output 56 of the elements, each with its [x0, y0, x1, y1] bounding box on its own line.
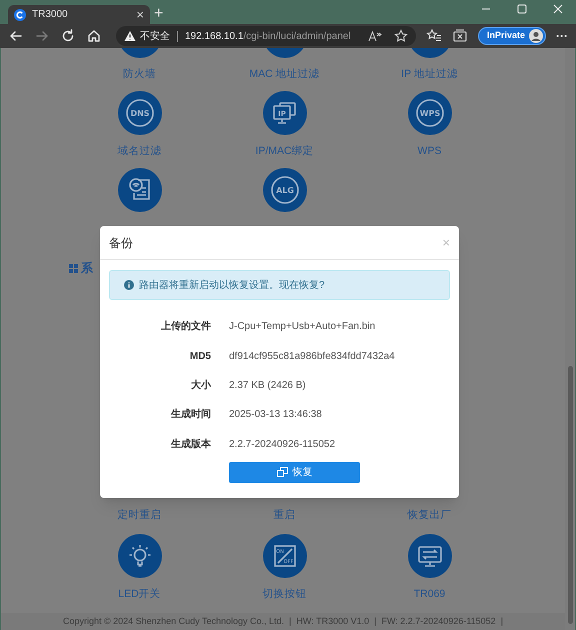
tile-label[interactable]: 防火墙 — [123, 67, 156, 81]
light-bulb-icon[interactable] — [118, 534, 162, 578]
field-value: 2.2.7-20240926-115052 — [229, 438, 336, 452]
field-value: 2025-03-13 13:46:38 — [229, 408, 322, 422]
text-badge-icon[interactable]: WPS — [408, 91, 452, 135]
wifi-document-icon[interactable] — [118, 168, 162, 212]
restore-button[interactable]: 恢复 — [229, 462, 360, 483]
address-bar[interactable]: 不安全 192.168.10.1/cgi-bin/luci/admin/panel — [116, 26, 416, 46]
grid-icon — [69, 264, 78, 272]
tile-label[interactable]: 域名过滤 — [118, 144, 162, 158]
tile-label[interactable]: MAC 地址过滤 — [249, 67, 320, 81]
close-button[interactable]: × — [442, 236, 450, 249]
security-label: 不安全 — [140, 30, 170, 44]
footer-text: Copyright © 2024 Shenzhen Cudy Technology Co., Ltd. | HW: TR3000 V1.0 | FW: 2.2.7-20240926-115052 | — [62, 614, 504, 628]
restore-icon — [276, 467, 288, 478]
field-label: 大小 — [190, 378, 211, 393]
browser-logo-icon — [14, 8, 26, 20]
url-text: 192.168.10.1/cgi-bin/luci/admin/panel — [185, 30, 352, 44]
tile-label[interactable]: 切换按钮 — [262, 587, 306, 601]
tile-label[interactable]: IP 地址过滤 — [401, 67, 458, 81]
field-label: 生成版本 — [170, 438, 211, 452]
tile-label[interactable]: TR069 — [414, 587, 446, 601]
field-label: MD5 — [188, 350, 211, 364]
refresh-icon[interactable] — [60, 28, 76, 44]
dialog-title: 备份 — [109, 234, 134, 252]
tile-label[interactable]: IP/MAC绑定 — [255, 144, 314, 158]
new-tab-button[interactable]: + — [154, 6, 164, 22]
home-icon[interactable] — [86, 28, 102, 44]
text-badge-icon[interactable]: ALG — [262, 168, 306, 212]
info-icon — [124, 280, 134, 290]
warning-icon — [124, 30, 136, 42]
field-value: df914cf955c81a986bfe834fdd7432a4 — [229, 350, 395, 364]
avatar-icon — [529, 29, 543, 43]
field-label: 生成时间 — [170, 408, 211, 422]
scrollbar-thumb[interactable] — [568, 366, 573, 624]
field-label: 上传的文件 — [160, 320, 211, 334]
section-title: 系 — [81, 260, 93, 277]
field-value: J-Cpu+Temp+Usb+Auto+Fan.bin — [229, 320, 376, 334]
field-value: 2.37 KB (2426 B) — [229, 378, 306, 393]
tile-label[interactable]: WPS — [418, 144, 442, 158]
collections-icon[interactable] — [452, 28, 468, 44]
tile-label[interactable]: 恢复出厂 — [408, 508, 452, 522]
inprivate-button[interactable]: InPrivate — [478, 27, 546, 45]
browser-tab[interactable]: TR3000 × — [8, 5, 150, 24]
tile-label[interactable]: LED开关 — [118, 587, 161, 601]
text-badge-icon[interactable]: DNS — [118, 91, 162, 135]
favorites-icon[interactable] — [426, 28, 442, 44]
tab-title: TR3000 — [32, 8, 69, 22]
read-aloud-icon[interactable] — [368, 30, 382, 42]
monitor-arrows-icon[interactable] — [408, 534, 452, 578]
tile-label[interactable]: 定时重启 — [118, 508, 162, 522]
alert-text: 路由器将重新启动以恢复设置。现在恢复? — [139, 278, 325, 292]
star-icon[interactable] — [394, 29, 408, 43]
tab-close-button[interactable]: × — [136, 8, 144, 21]
more-button[interactable]: ··· — [556, 30, 568, 42]
tile-label[interactable]: 重启 — [274, 508, 296, 522]
